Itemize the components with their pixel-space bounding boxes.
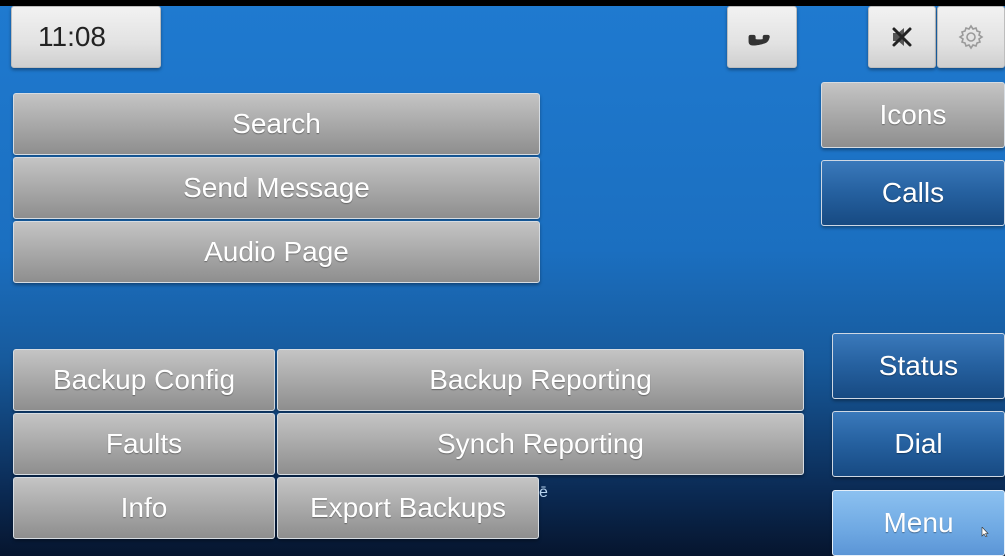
- calls-button-label: Calls: [881, 177, 945, 208]
- mute-button[interactable]: [868, 6, 936, 68]
- status-button[interactable]: Status: [832, 333, 1005, 399]
- faults-button-label: Faults: [105, 428, 183, 459]
- menu-button[interactable]: Menu: [832, 490, 1005, 556]
- icons-button[interactable]: Icons: [821, 82, 1005, 148]
- faults-button[interactable]: Faults: [13, 413, 275, 475]
- send-message-button-label: Send Message: [183, 172, 370, 203]
- phone-button[interactable]: [727, 6, 797, 68]
- send-message-button[interactable]: Send Message: [13, 157, 540, 219]
- gear-icon: [958, 24, 984, 50]
- speaker-muted-icon: [889, 24, 915, 50]
- export-backups-button[interactable]: Export Backups: [277, 477, 539, 539]
- menu-button-label: Menu: [883, 507, 954, 538]
- phone-icon: [747, 22, 777, 52]
- synch-reporting-button[interactable]: Synch Reporting: [277, 413, 804, 475]
- backup-config-button[interactable]: Backup Config: [13, 349, 275, 411]
- clock-time: 11:08: [38, 21, 106, 52]
- backup-reporting-button-label: Backup Reporting: [429, 364, 652, 395]
- audio-page-button-label: Audio Page: [204, 236, 349, 267]
- info-button[interactable]: Info: [13, 477, 275, 539]
- footer-logo-fragment: ē: [539, 484, 548, 501]
- calls-button[interactable]: Calls: [821, 160, 1005, 226]
- dial-button[interactable]: Dial: [832, 411, 1005, 477]
- search-button-label: Search: [232, 108, 321, 139]
- audio-page-button[interactable]: Audio Page: [13, 221, 540, 283]
- clock-display: 11:08: [11, 6, 161, 68]
- info-button-label: Info: [120, 492, 168, 523]
- settings-button[interactable]: [937, 6, 1005, 68]
- search-button[interactable]: Search: [13, 93, 540, 155]
- synch-reporting-button-label: Synch Reporting: [436, 428, 644, 459]
- status-button-label: Status: [878, 350, 959, 381]
- dial-button-label: Dial: [894, 428, 943, 459]
- backup-reporting-button[interactable]: Backup Reporting: [277, 349, 804, 411]
- export-backups-button-label: Export Backups: [309, 492, 507, 523]
- mouse-cursor-icon: [981, 527, 989, 537]
- icons-button-label: Icons: [879, 99, 947, 130]
- backup-config-button-label: Backup Config: [52, 364, 236, 395]
